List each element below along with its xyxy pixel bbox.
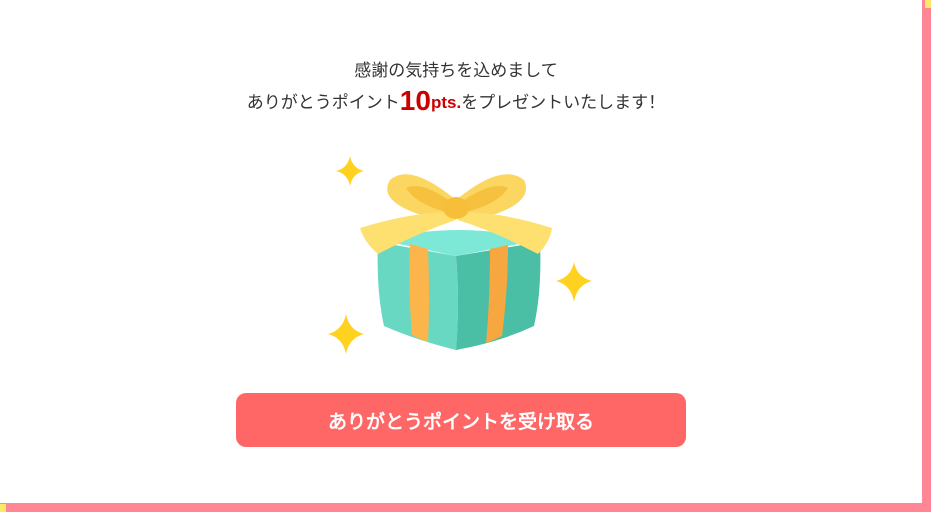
sparkle-icon [556, 262, 592, 302]
message-line-1: 感謝の気持ちを込めまして [354, 61, 558, 81]
corner-accent-bottom-left [0, 504, 6, 512]
frame-border-right [922, 0, 931, 512]
message-line-2: ありがとうポイント10pts.をプレゼントいたします！ [0, 86, 912, 118]
points-value: 10 [399, 85, 431, 116]
points-unit: pts. [430, 93, 462, 112]
corner-accent-top-right [925, 0, 931, 8]
frame-border-bottom [0, 503, 931, 512]
message-prefix: ありがとうポイント [246, 93, 400, 113]
gift-box-icon [360, 174, 552, 350]
gift-illustration [320, 150, 600, 360]
claim-points-button[interactable]: ありがとうポイントを受け取る [236, 393, 686, 447]
sparkle-icon [328, 314, 364, 354]
message-suffix: をプレゼントいたします！ [461, 93, 666, 113]
sparkle-icon [336, 156, 364, 186]
thank-you-message: 感謝の気持ちを込めまして ありがとうポイント10pts.をプレゼントいたします！ [0, 56, 912, 118]
